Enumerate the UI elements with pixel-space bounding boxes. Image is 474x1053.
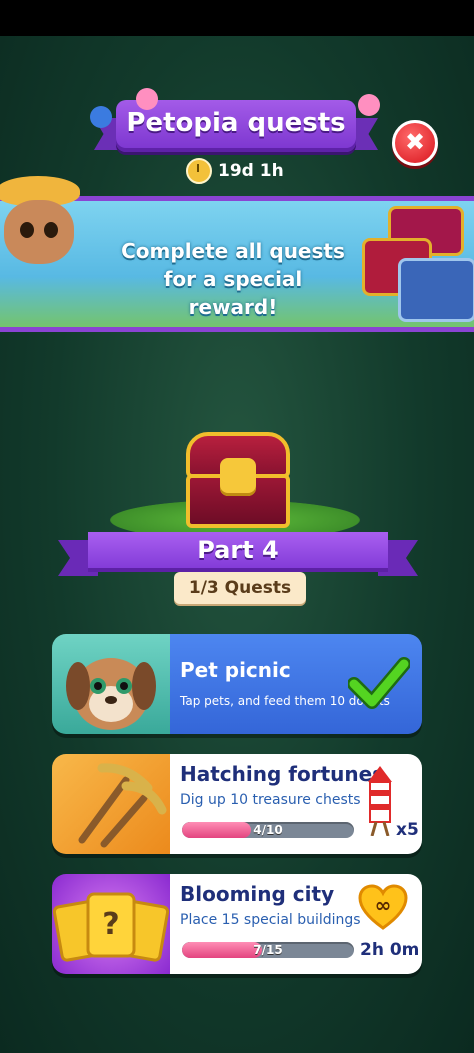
progress-bar: 4/10 [182, 822, 354, 838]
part-ribbon: Part 4 [58, 530, 418, 578]
close-icon: ✖ [404, 128, 426, 156]
quest-card-blooming-city[interactable]: ? Blooming city Place 15 special buildin… [52, 874, 422, 974]
quest-description: Dig up 10 treasure chests [180, 792, 361, 808]
pink-flower-icon [136, 88, 158, 110]
puppy-thumbnail [52, 634, 170, 734]
mystery-cards-thumbnail: ? [52, 874, 170, 974]
status-bar [0, 0, 474, 36]
quest-title: Pet picnic [180, 658, 291, 682]
infinity-heart-icon: ∞ [358, 884, 408, 932]
pickaxe-thumbnail [52, 754, 170, 854]
reward-chests-image [356, 198, 474, 322]
quest-title: Blooming city [180, 882, 335, 906]
reward-amount: x5 [396, 820, 419, 840]
page-title: Petopia quests [126, 108, 346, 138]
progress-text: 4/10 [253, 823, 283, 837]
clock-icon [186, 158, 212, 184]
part-label: Part 4 [197, 536, 279, 564]
svg-text:∞: ∞ [375, 893, 392, 917]
firework-rocket-icon [366, 766, 394, 837]
quest-count-badge: 1/3 Quests [174, 572, 306, 604]
checkmark-icon [347, 654, 411, 712]
progress-bar: 7/15 [182, 942, 354, 958]
timer-text: 19d 1h [218, 161, 284, 181]
reward-timer: 2h 0m [360, 940, 420, 960]
svg-text:?: ? [102, 907, 119, 942]
quest-timer: 19d 1h [186, 158, 284, 184]
quest-description: Place 15 special buildings [180, 912, 361, 928]
quest-card-hatching-fortunes[interactable]: Hatching fortunes Dig up 10 treasure che… [52, 754, 422, 854]
treasure-chest-icon[interactable] [186, 432, 290, 528]
dog-mascot-image [0, 176, 92, 316]
banner-text: Complete all quests for a special reward… [121, 239, 345, 319]
close-button[interactable]: ✖ [392, 120, 438, 166]
quest-card-pet-picnic[interactable]: Pet picnic Tap pets, and feed them 10 do… [52, 634, 422, 734]
quest-title: Hatching fortunes [180, 762, 385, 786]
progress-text: 7/15 [253, 943, 283, 957]
blue-flower-icon [90, 106, 112, 128]
pink-flower-icon [358, 94, 380, 116]
